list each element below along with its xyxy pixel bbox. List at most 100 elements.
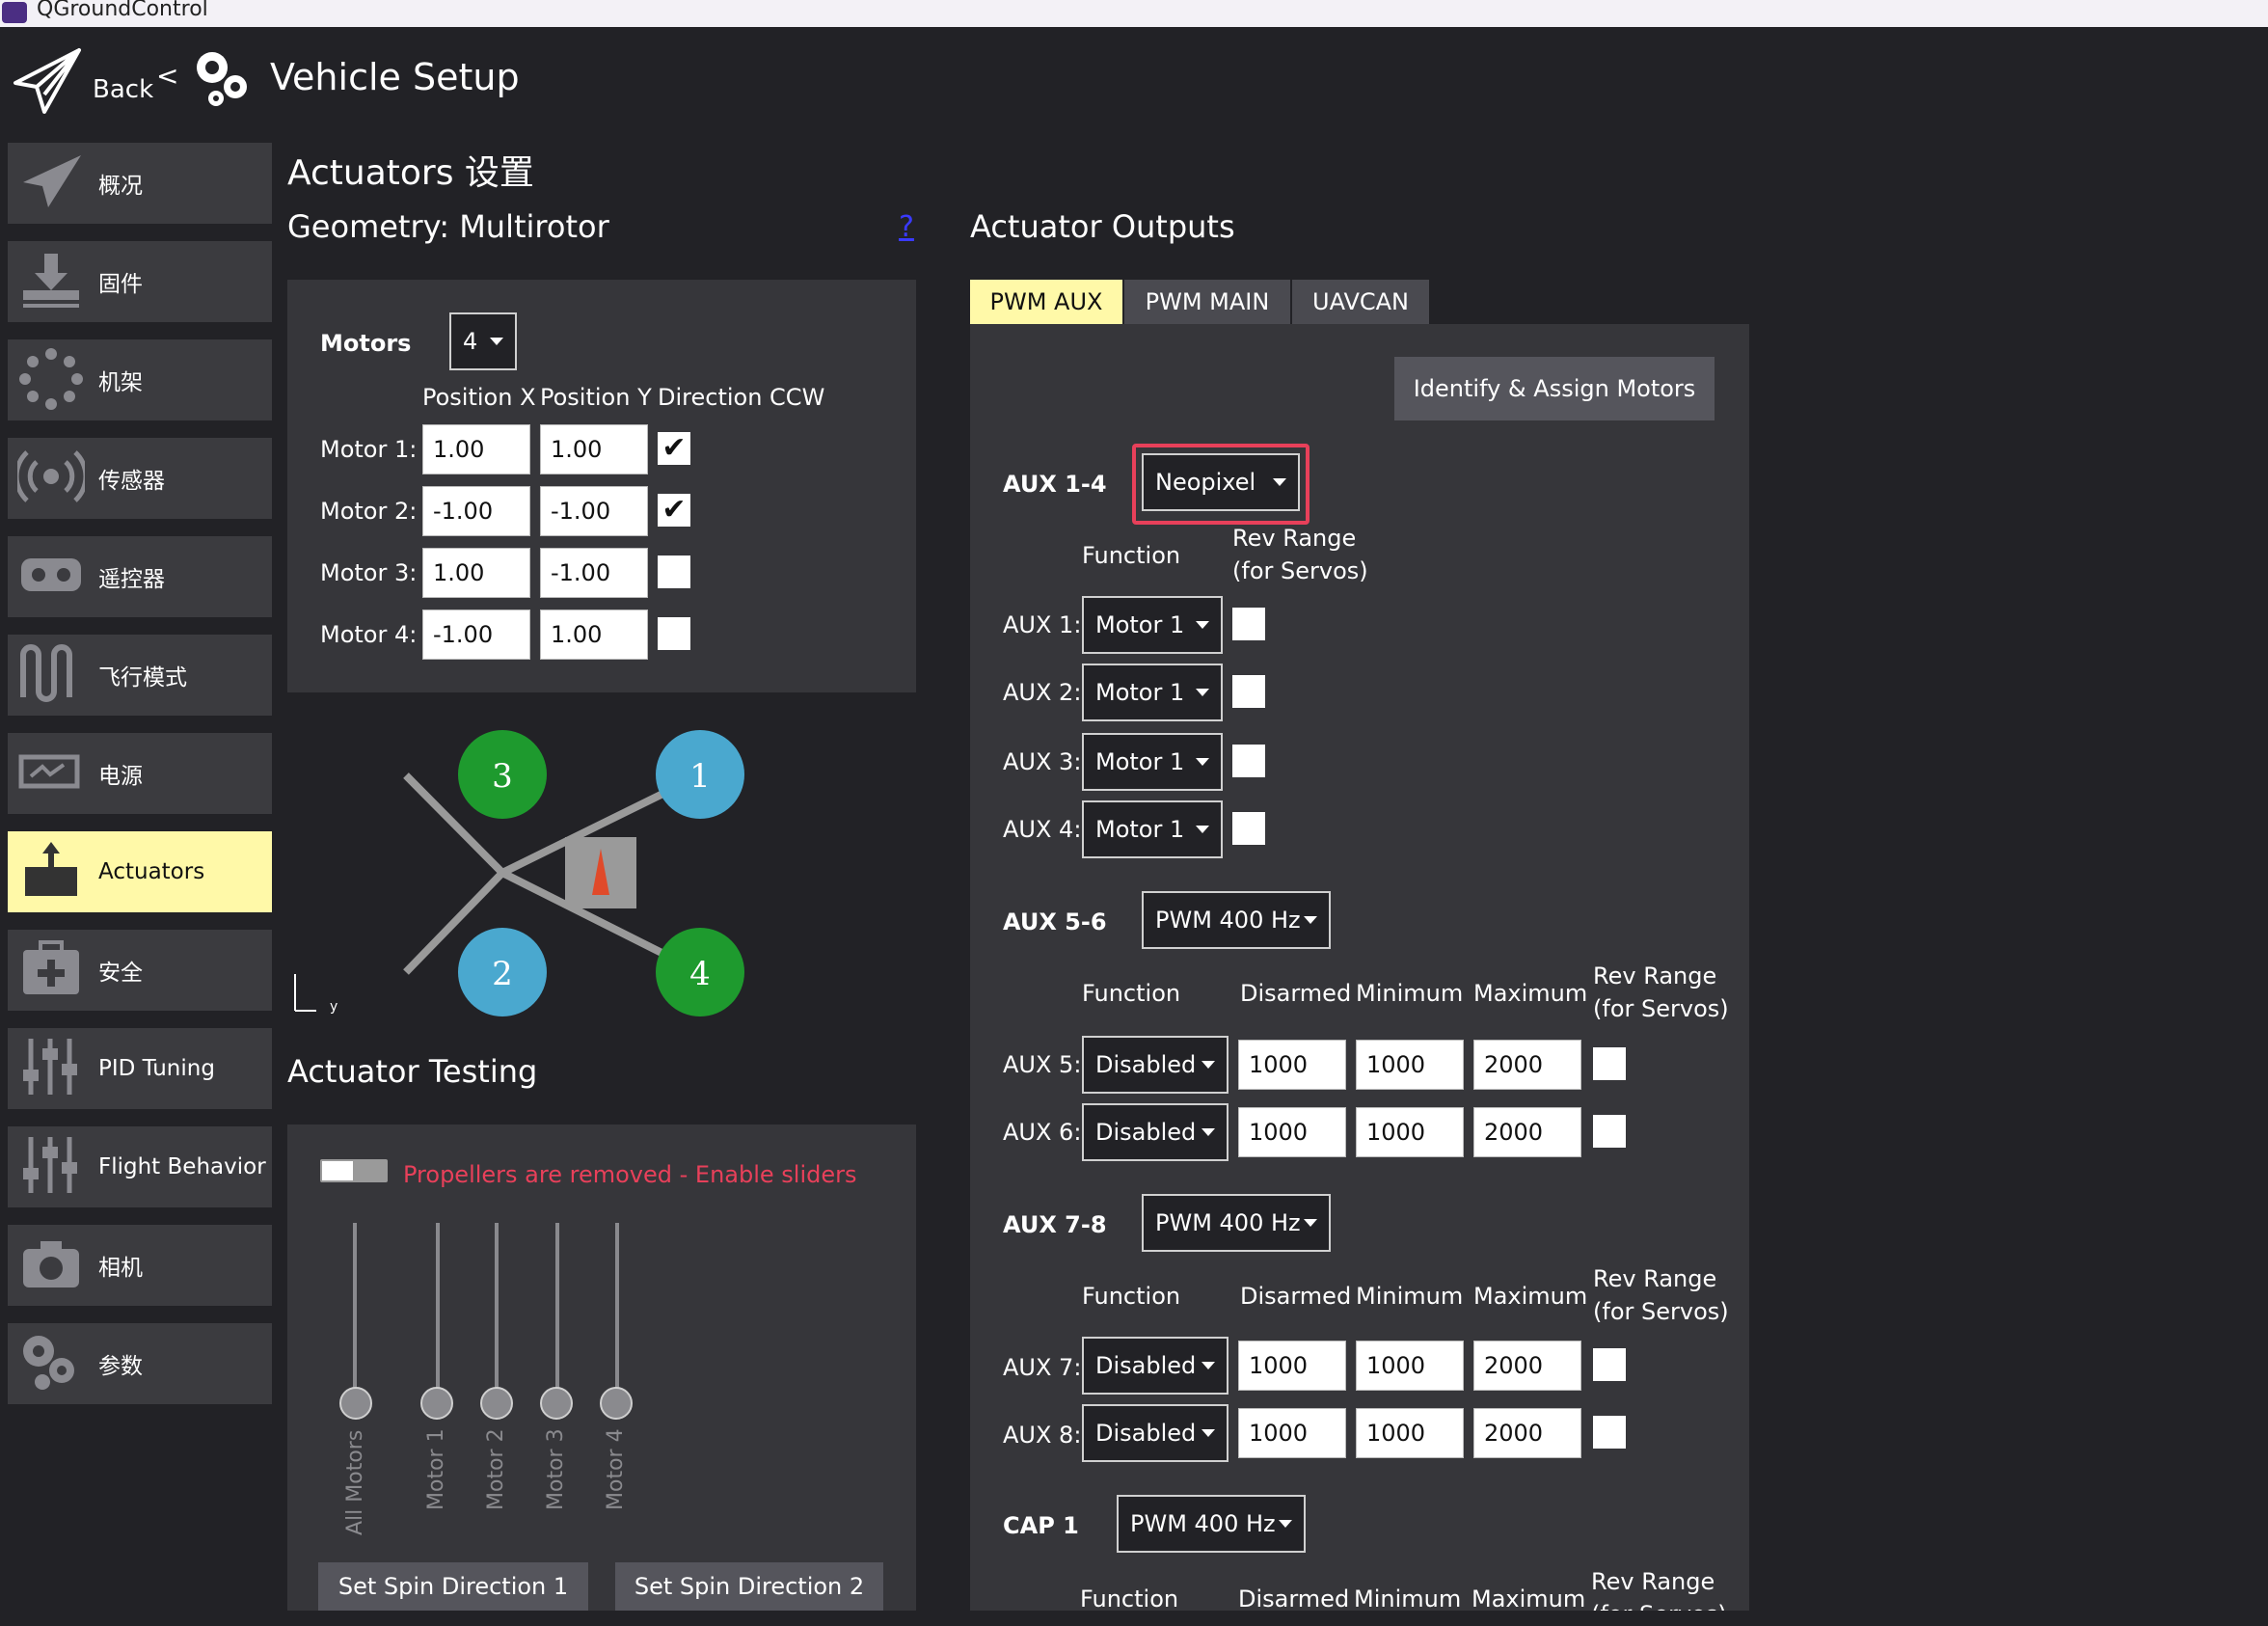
- sidebar-item-pid-tuning[interactable]: PID Tuning: [8, 1028, 272, 1109]
- aux7-disarmed-input[interactable]: 1000: [1238, 1341, 1346, 1391]
- battery-icon: [17, 740, 93, 807]
- header-minimum: Minimum: [1356, 980, 1464, 1007]
- sidebar-item-flight-modes[interactable]: 飞行模式: [8, 635, 272, 716]
- sidebar-item-safety[interactable]: 安全: [8, 930, 272, 1011]
- slider-motor-3[interactable]: [540, 1387, 573, 1420]
- motor2-position-y[interactable]: -1.00: [540, 486, 648, 536]
- sidebar-item-summary[interactable]: 概况: [8, 143, 272, 224]
- chevron-down-icon: [1202, 1128, 1215, 1136]
- motor2-ccw-checkbox[interactable]: ✔: [658, 494, 690, 527]
- sidebar-item-sensors[interactable]: 传感器: [8, 438, 272, 519]
- radio-waves-icon: [14, 445, 93, 512]
- motor1-ccw-checkbox[interactable]: ✔: [658, 432, 690, 465]
- aux-1-4-protocol-dropdown[interactable]: Neopixel: [1142, 453, 1300, 511]
- sidebar-item-flight-behavior[interactable]: Flight Behavior: [8, 1126, 272, 1207]
- sidebar-item-firmware[interactable]: 固件: [8, 241, 272, 322]
- aux1-function-dropdown[interactable]: Motor 1: [1082, 596, 1223, 654]
- aux-5-6-protocol-dropdown[interactable]: PWM 400 Hz: [1142, 891, 1331, 949]
- motors-count-value: 4: [463, 328, 478, 355]
- header-rev-range: Rev Range: [1591, 1568, 1715, 1595]
- aux3-rev-range-checkbox[interactable]: [1232, 745, 1265, 777]
- chevron-down-icon: [1202, 1362, 1215, 1369]
- sidebar-item-label: 机架: [98, 370, 143, 395]
- enable-sliders-toggle[interactable]: [320, 1159, 388, 1182]
- sidebar-item-airframe[interactable]: 机架: [8, 339, 272, 420]
- sidebar-item-label: 相机: [98, 1256, 143, 1281]
- tab-pwm-main[interactable]: PWM MAIN: [1124, 280, 1290, 324]
- aux7-minimum-input[interactable]: 1000: [1356, 1341, 1464, 1391]
- aux5-disarmed-input[interactable]: 1000: [1238, 1040, 1346, 1090]
- function-value: Motor 1: [1095, 611, 1185, 638]
- set-spin-direction-2-button[interactable]: Set Spin Direction 2: [615, 1562, 883, 1611]
- protocol-value: PWM 400 Hz: [1155, 907, 1301, 934]
- slider-motor-2[interactable]: [480, 1387, 513, 1420]
- aux4-rev-range-checkbox[interactable]: [1232, 812, 1265, 845]
- sidebar-item-label: 参数: [98, 1354, 143, 1379]
- aux8-disarmed-input[interactable]: 1000: [1238, 1408, 1346, 1458]
- motor2-position-x[interactable]: -1.00: [422, 486, 530, 536]
- motor3-position-x[interactable]: 1.00: [422, 548, 530, 598]
- aux8-function-dropdown[interactable]: Disabled: [1082, 1404, 1228, 1462]
- motor4-position-y[interactable]: 1.00: [540, 610, 648, 660]
- tab-pwm-aux[interactable]: PWM AUX: [970, 280, 1122, 324]
- sidebar-item-label: 安全: [98, 961, 143, 986]
- motor3-ccw-checkbox[interactable]: [658, 556, 690, 588]
- aux2-rev-range-checkbox[interactable]: [1232, 675, 1265, 708]
- sidebar-item-camera[interactable]: 相机: [8, 1225, 272, 1306]
- slider-all-motors[interactable]: [339, 1387, 372, 1420]
- aux6-minimum-input[interactable]: 1000: [1356, 1107, 1464, 1157]
- sliders-icon: [17, 1035, 93, 1102]
- window-titlebar: QGroundControl: [0, 0, 2268, 27]
- aux5-maximum-input[interactable]: 2000: [1473, 1040, 1581, 1090]
- aux4-function-dropdown[interactable]: Motor 1: [1082, 800, 1223, 858]
- aux7-rev-range-checkbox[interactable]: [1593, 1348, 1626, 1381]
- cap-1-protocol-dropdown[interactable]: PWM 400 Hz: [1117, 1495, 1306, 1553]
- camera-icon: [17, 1232, 93, 1299]
- aux2-function-dropdown[interactable]: Motor 1: [1082, 664, 1223, 721]
- chevron-down-icon: [1202, 1061, 1215, 1069]
- aux8-maximum-input[interactable]: 2000: [1473, 1408, 1581, 1458]
- breadcrumb-separator: <: [156, 60, 179, 92]
- aux5-minimum-input[interactable]: 1000: [1356, 1040, 1464, 1090]
- aux6-function-dropdown[interactable]: Disabled: [1082, 1103, 1228, 1161]
- motor-4-number: 4: [689, 955, 711, 993]
- aux8-minimum-input[interactable]: 1000: [1356, 1408, 1464, 1458]
- header-disarmed: Disarmed: [1238, 1585, 1350, 1611]
- sidebar-item-actuators[interactable]: Actuators: [8, 831, 272, 912]
- chevron-down-icon: [1202, 1429, 1215, 1437]
- aux5-function-dropdown[interactable]: Disabled: [1082, 1036, 1228, 1094]
- motor1-position-y[interactable]: 1.00: [540, 424, 648, 474]
- aux8-rev-range-checkbox[interactable]: [1593, 1416, 1626, 1449]
- function-value: Motor 1: [1095, 748, 1185, 775]
- function-value: Disabled: [1095, 1420, 1197, 1447]
- tab-uavcan[interactable]: UAVCAN: [1292, 280, 1429, 324]
- aux7-function-dropdown[interactable]: Disabled: [1082, 1337, 1228, 1395]
- motor4-position-x[interactable]: -1.00: [422, 610, 530, 660]
- back-button[interactable]: Back: [10, 41, 154, 118]
- help-link[interactable]: ?: [899, 210, 914, 244]
- function-value: Disabled: [1095, 1119, 1197, 1146]
- sidebar-item-radio[interactable]: 遥控器: [8, 536, 272, 617]
- motor1-position-x[interactable]: 1.00: [422, 424, 530, 474]
- aux7-maximum-input[interactable]: 2000: [1473, 1341, 1581, 1391]
- identify-assign-motors-button[interactable]: Identify & Assign Motors: [1394, 357, 1714, 420]
- propellers-warning: Propellers are removed - Enable sliders: [403, 1161, 857, 1188]
- sidebar-item-parameters[interactable]: 参数: [8, 1323, 272, 1404]
- sidebar-item-power[interactable]: 电源: [8, 733, 272, 814]
- set-spin-direction-1-button[interactable]: Set Spin Direction 1: [318, 1562, 588, 1611]
- aux3-function-dropdown[interactable]: Motor 1: [1082, 733, 1223, 791]
- motor4-ccw-checkbox[interactable]: [658, 617, 690, 650]
- col-position-x: Position X: [422, 384, 536, 411]
- aux1-rev-range-checkbox[interactable]: [1232, 608, 1265, 640]
- motor3-position-y[interactable]: -1.00: [540, 548, 648, 598]
- motor-row-label: Motor 2:: [320, 498, 418, 525]
- aux6-maximum-input[interactable]: 2000: [1473, 1107, 1581, 1157]
- motors-count-dropdown[interactable]: 4: [449, 312, 517, 370]
- aux6-rev-range-checkbox[interactable]: [1593, 1115, 1626, 1148]
- aux5-rev-range-checkbox[interactable]: [1593, 1047, 1626, 1080]
- aux6-disarmed-input[interactable]: 1000: [1238, 1107, 1346, 1157]
- cap-1-headers: Function Disarmed Minimum Maximum Rev Ra…: [970, 1562, 1749, 1611]
- aux-7-8-protocol-dropdown[interactable]: PWM 400 Hz: [1142, 1194, 1331, 1252]
- slider-motor-1[interactable]: [420, 1387, 453, 1420]
- slider-motor-4[interactable]: [600, 1387, 633, 1420]
